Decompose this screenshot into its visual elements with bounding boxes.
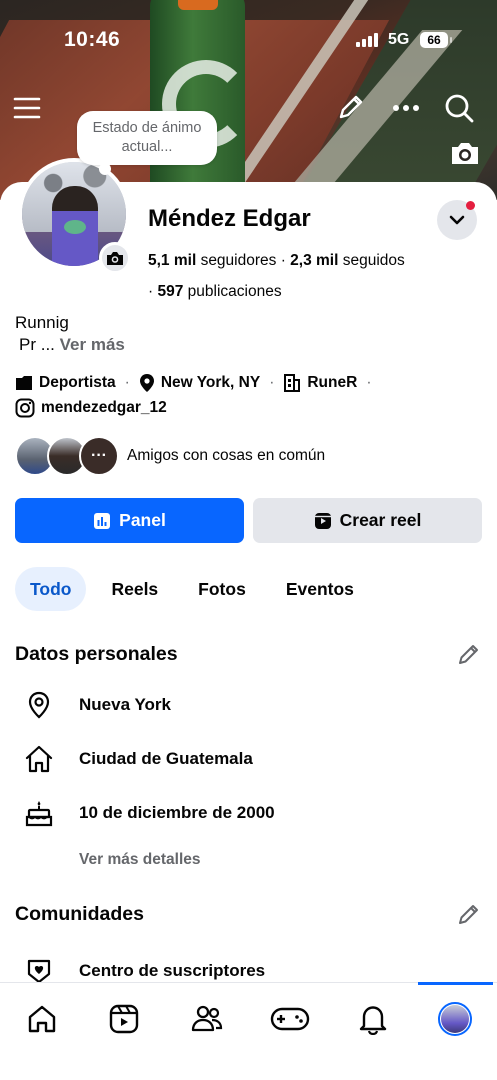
bio-see-more-link[interactable]: Ver más — [60, 335, 125, 354]
status-bar: 10:46 5G 66 — [0, 0, 497, 80]
profile-name: Méndez Edgar — [148, 205, 311, 232]
instagram-row[interactable]: mendezedgar_12 — [15, 398, 167, 418]
cover-camera-icon[interactable] — [448, 138, 482, 168]
workplace-text[interactable]: RuneR — [307, 374, 357, 392]
notifications-bell-icon[interactable] — [353, 999, 393, 1039]
profile-stats: 5,1 mil seguidores · 2,3 mil seguidos · … — [148, 252, 405, 300]
gaming-icon[interactable] — [270, 999, 310, 1039]
signal-icon — [356, 33, 378, 47]
category-icon — [16, 376, 32, 390]
menu-icon[interactable] — [12, 94, 42, 122]
workplace-icon — [284, 374, 301, 392]
instagram-icon — [15, 398, 35, 418]
category-text[interactable]: Deportista — [39, 374, 116, 392]
profile-tabs: Todo Reels Fotos Eventos — [15, 567, 379, 611]
following-count[interactable]: 2,3 mil — [290, 252, 338, 269]
detail-row[interactable]: Nueva York — [24, 690, 171, 720]
avatar-camera-icon[interactable] — [99, 242, 131, 274]
panel-button-label: Panel — [119, 510, 166, 530]
dashboard-icon — [94, 512, 111, 529]
posts-label: publicaciones — [187, 283, 282, 300]
birthday-cake-icon — [24, 798, 54, 828]
detail-text: Ciudad de Guatemala — [79, 749, 253, 768]
mood-bubble[interactable]: Estado de ánimo actual... — [77, 111, 217, 175]
home-icon — [24, 744, 54, 774]
posts-count: 597 — [157, 283, 184, 300]
chevron-down-icon — [449, 215, 465, 225]
bottom-navigation — [0, 982, 497, 1080]
community-text: Centro de suscriptores — [79, 961, 266, 980]
more-options-icon[interactable] — [390, 94, 422, 122]
location-pin-icon — [24, 690, 54, 720]
bio-line-2: Pr ... Ver más — [19, 335, 125, 355]
friends-icon[interactable] — [187, 999, 227, 1039]
see-more-details-link[interactable]: Ver más detalles — [79, 851, 201, 869]
tab-todo[interactable]: Todo — [15, 567, 87, 611]
detail-row[interactable]: 10 de diciembre de 2000 — [24, 798, 275, 828]
instagram-handle[interactable]: mendezedgar_12 — [41, 399, 167, 417]
edit-pencil-icon[interactable] — [336, 92, 366, 122]
edit-communities-icon[interactable] — [457, 902, 483, 928]
tab-fotos[interactable]: Fotos — [183, 567, 261, 611]
detail-text: Nueva York — [79, 695, 171, 714]
battery-icon: 66 — [420, 32, 452, 48]
profile-info-row: Deportista · New York, NY · RuneR · — [15, 373, 374, 393]
bio-line-1: Runnig — [15, 313, 69, 332]
panel-button[interactable]: Panel — [15, 498, 244, 543]
profile-sheet — [0, 182, 497, 1080]
followers-label[interactable]: seguidores — [201, 252, 277, 269]
followers-count[interactable]: 5,1 mil — [148, 252, 196, 269]
profile-nav-avatar[interactable] — [435, 999, 475, 1039]
status-time: 10:46 — [64, 28, 121, 51]
edit-personal-data-icon[interactable] — [457, 642, 483, 668]
mutual-friends-label[interactable]: Amigos con cosas en común — [127, 447, 325, 465]
search-icon[interactable] — [443, 92, 475, 124]
personal-data-title: Datos personales — [15, 643, 178, 665]
network-type: 5G — [388, 31, 410, 48]
detail-text: 10 de diciembre de 2000 — [79, 803, 275, 822]
location-text[interactable]: New York, NY — [161, 374, 260, 392]
following-label[interactable]: seguidos — [343, 252, 405, 269]
tab-eventos[interactable]: Eventos — [271, 567, 369, 611]
notification-dot — [466, 201, 475, 210]
create-reel-label: Crear reel — [339, 510, 422, 530]
detail-row[interactable]: Ciudad de Guatemala — [24, 744, 253, 774]
more-friends-avatar[interactable]: ··· — [79, 436, 119, 476]
create-reel-button[interactable]: Crear reel — [253, 498, 482, 543]
home-icon[interactable] — [22, 999, 62, 1039]
bio-truncated: Pr ... — [19, 335, 55, 354]
profile-switch-button[interactable] — [437, 200, 477, 240]
reel-icon — [314, 512, 331, 529]
communities-title: Comunidades — [15, 903, 144, 925]
reels-icon[interactable] — [104, 999, 144, 1039]
location-pin-icon — [139, 374, 154, 392]
mutual-friends[interactable]: ··· Amigos con cosas en común — [15, 436, 325, 476]
active-tab-indicator — [418, 982, 493, 985]
tab-reels[interactable]: Reels — [96, 567, 173, 611]
